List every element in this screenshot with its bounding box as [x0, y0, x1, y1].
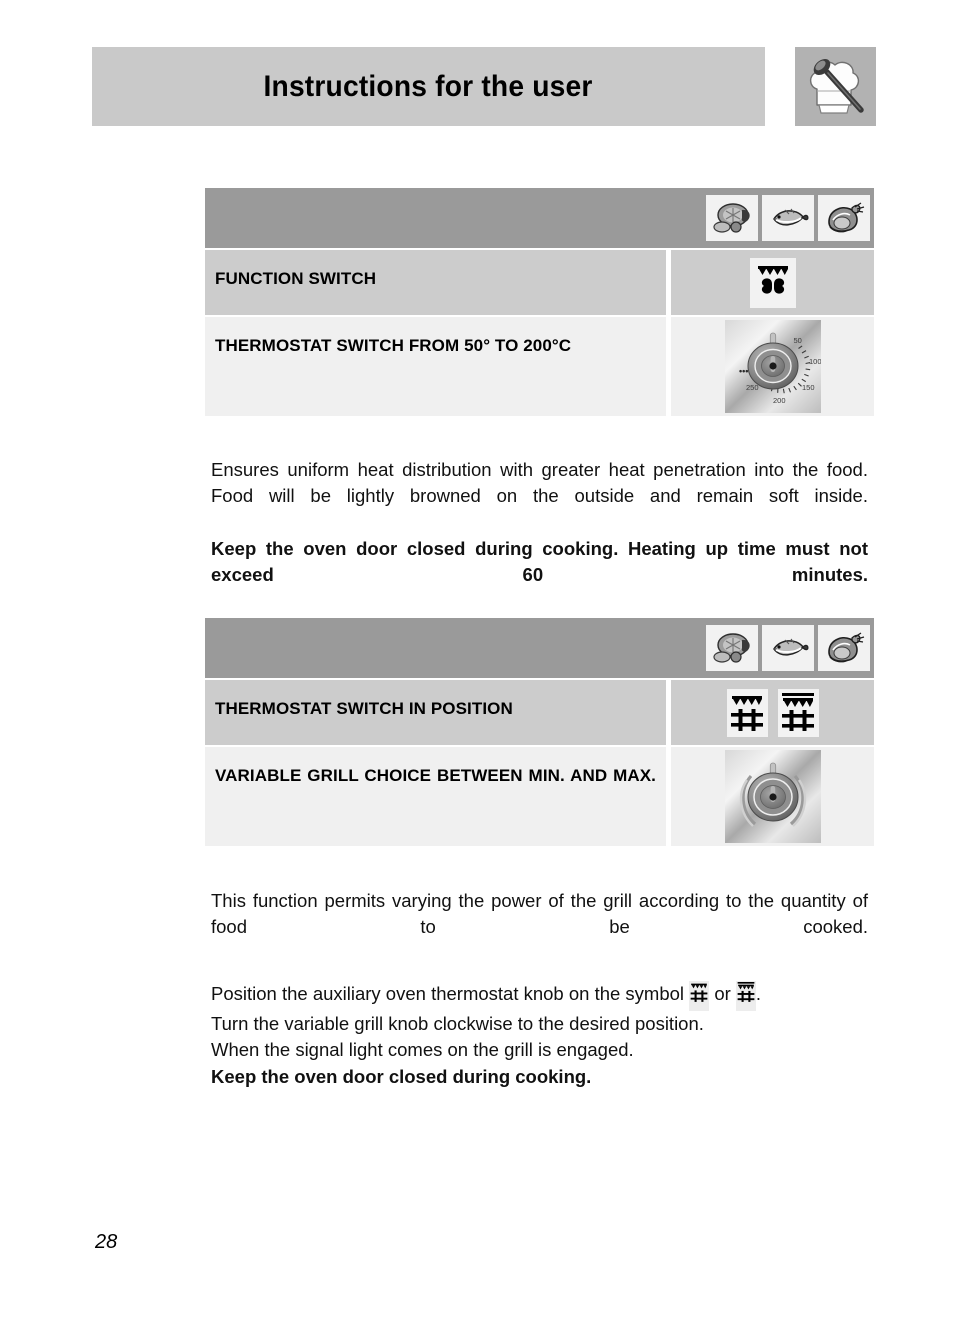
svg-text:150: 150: [802, 383, 815, 392]
paragraph-line: When the signal light comes on the grill…: [211, 1039, 634, 1061]
svg-text:100: 100: [809, 357, 821, 366]
function-block-variable-grill: THERMOSTAT SWITCH IN POSITION VARIABLE G…: [205, 618, 874, 846]
roast-meat-icon: [706, 195, 758, 241]
description-paragraph-variable-grill: This function permits varying the power …: [211, 888, 868, 1090]
row-label: THERMOSTAT SWITCH FROM 50° TO 200°C: [205, 317, 666, 416]
page-title: Instructions for the user: [263, 69, 594, 103]
large-grill-icon: [735, 980, 756, 1012]
small-grill-icon: [726, 688, 768, 737]
chef-hat-spoon-icon: [795, 47, 876, 126]
row-label: FUNCTION SWITCH: [205, 250, 666, 315]
paragraph-line-with-symbols: Position the auxiliary oven thermostat k…: [211, 980, 868, 1012]
svg-text:50: 50: [793, 336, 801, 345]
row-label: THERMOSTAT SWITCH IN POSITION: [205, 680, 666, 745]
paragraph-line: This function permits varying the power …: [211, 890, 868, 938]
fan-with-top-element-icon: [749, 257, 796, 308]
thermostat-knob-image: 50 100 150 200 250 •••: [724, 320, 821, 413]
table-row: THERMOSTAT SWITCH IN POSITION: [205, 680, 874, 745]
fish-icon: [762, 625, 814, 671]
paragraph-line-bold: Keep the oven door closed during cooking…: [211, 537, 868, 586]
roast-meat-icon: [706, 625, 758, 671]
paragraph-line: Turn the variable grill knob clockwise t…: [211, 1013, 704, 1035]
row-icon-cell: 50 100 150 200 250 •••: [671, 317, 874, 416]
svg-text:•••: •••: [739, 366, 748, 376]
poultry-icon: [818, 625, 870, 671]
function-block-fan-oven: FUNCTION SWITCH THERMOSTAT SWITCH FROM 5…: [205, 188, 874, 416]
symbol-sentence-middle: or: [709, 982, 736, 1004]
food-icon-band: [205, 188, 874, 248]
paragraph-line: Ensures uniform heat distribution with g…: [211, 459, 868, 507]
variable-grill-knob-image: [724, 750, 821, 843]
paragraph-line-bold: Keep the oven door closed during cooking…: [211, 1065, 592, 1087]
table-row: FUNCTION SWITCH: [205, 250, 874, 315]
symbol-sentence-prefix: Position the auxiliary oven thermostat k…: [211, 982, 690, 1004]
food-icons-group: [706, 625, 870, 671]
grill-symbols-group: [726, 688, 819, 737]
small-grill-icon: [689, 980, 710, 1012]
symbol-sentence-suffix: .: [755, 982, 762, 1004]
page-number: 28: [95, 1231, 118, 1253]
description-paragraph-fan-oven: Ensures uniform heat distribution with g…: [211, 457, 868, 615]
fish-icon: [762, 195, 814, 241]
table-row: THERMOSTAT SWITCH FROM 50° TO 200°C 50 1…: [205, 317, 874, 416]
food-icon-band: [205, 618, 874, 678]
row-label: VARIABLE GRILL CHOICE BETWEEN MIN. AND M…: [205, 747, 666, 846]
svg-text:250: 250: [746, 383, 759, 392]
poultry-icon: [818, 195, 870, 241]
page-header-bar: Instructions for the user: [92, 47, 765, 126]
large-grill-icon: [777, 688, 819, 737]
svg-text:200: 200: [773, 396, 786, 405]
row-icon-cell: [671, 680, 874, 745]
row-icon-cell: [671, 250, 874, 315]
food-icons-group: [706, 195, 870, 241]
table-row: VARIABLE GRILL CHOICE BETWEEN MIN. AND M…: [205, 747, 874, 846]
row-icon-cell: [671, 747, 874, 846]
